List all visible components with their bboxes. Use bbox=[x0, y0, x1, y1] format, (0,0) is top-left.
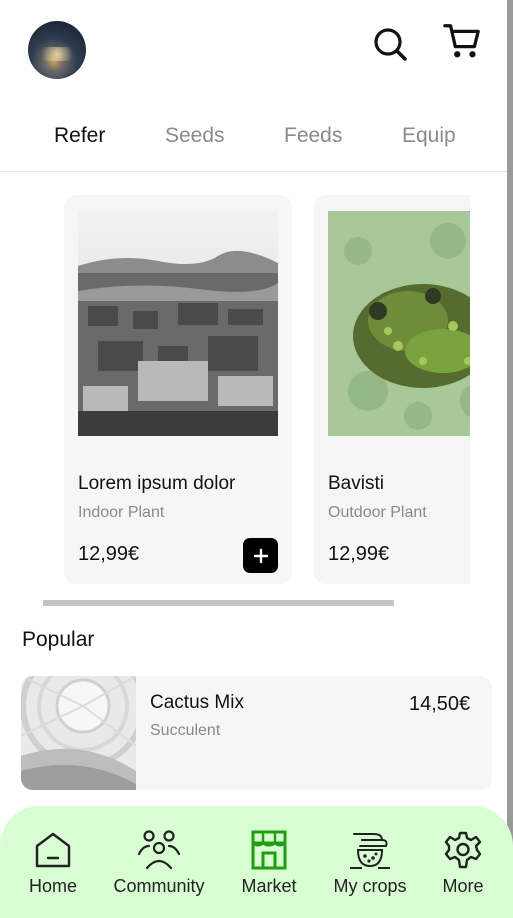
product-subtitle: Indoor Plant bbox=[78, 504, 165, 521]
gear-icon bbox=[444, 831, 482, 869]
market-icon bbox=[251, 830, 287, 870]
category-tabs: Refer Seeds Feeds Equip bbox=[0, 104, 507, 172]
popular-item-image bbox=[21, 676, 136, 790]
product-title: Bavisti bbox=[328, 473, 384, 494]
nav-community-label: Community bbox=[113, 876, 205, 896]
product-title: Lorem ipsum dolor bbox=[78, 473, 236, 494]
app-header bbox=[0, 0, 507, 100]
product-subtitle: Outdoor Plant bbox=[328, 504, 427, 521]
product-image bbox=[328, 211, 470, 436]
product-carousel[interactable]: Lorem ipsum dolor Indoor Plant 12,99€ Ba… bbox=[0, 173, 470, 593]
bottom-navigation: Home Community Market My crops More bbox=[0, 806, 513, 918]
nav-my-crops[interactable]: My crops bbox=[328, 806, 412, 918]
tab-feeds[interactable]: Feeds bbox=[284, 124, 342, 148]
search-icon bbox=[374, 28, 407, 61]
product-card[interactable]: Lorem ipsum dolor Indoor Plant 12,99€ bbox=[64, 195, 292, 584]
product-card[interactable]: Bavisti Outdoor Plant 12,99€ bbox=[314, 195, 470, 584]
popular-item[interactable]: Cactus Mix Succulent 14,50€ bbox=[21, 676, 492, 790]
crops-icon bbox=[350, 833, 390, 869]
nav-market[interactable]: Market bbox=[238, 806, 300, 918]
page-scroll-edge bbox=[507, 0, 513, 918]
nav-home-label: Home bbox=[28, 876, 77, 896]
carousel-scrollbar[interactable] bbox=[43, 600, 394, 606]
product-price: 12,99€ bbox=[78, 543, 140, 565]
home-icon bbox=[35, 832, 71, 868]
nav-home[interactable]: Home bbox=[28, 806, 78, 918]
popular-item-price: 14,50€ bbox=[409, 693, 471, 715]
cart-icon bbox=[443, 24, 480, 58]
cart-button[interactable] bbox=[442, 20, 482, 60]
community-icon bbox=[137, 830, 181, 870]
nav-market-label: Market bbox=[241, 876, 297, 896]
nav-more[interactable]: More bbox=[438, 806, 488, 918]
product-image bbox=[78, 211, 278, 436]
nav-community[interactable]: Community bbox=[110, 806, 208, 918]
search-button[interactable] bbox=[370, 24, 410, 64]
tab-equip[interactable]: Equip bbox=[402, 124, 456, 148]
tab-refer[interactable]: Refer bbox=[54, 124, 105, 148]
popular-item-title: Cactus Mix bbox=[150, 692, 244, 713]
nav-more-label: More bbox=[442, 876, 484, 896]
plus-icon bbox=[253, 548, 268, 563]
popular-heading: Popular bbox=[22, 628, 95, 651]
user-avatar[interactable] bbox=[28, 21, 86, 79]
product-price: 12,99€ bbox=[328, 543, 390, 565]
nav-my-crops-label: My crops bbox=[333, 876, 407, 896]
popular-item-subtitle: Succulent bbox=[150, 722, 221, 739]
tab-seeds[interactable]: Seeds bbox=[165, 124, 225, 148]
add-to-cart-button[interactable] bbox=[243, 538, 278, 573]
